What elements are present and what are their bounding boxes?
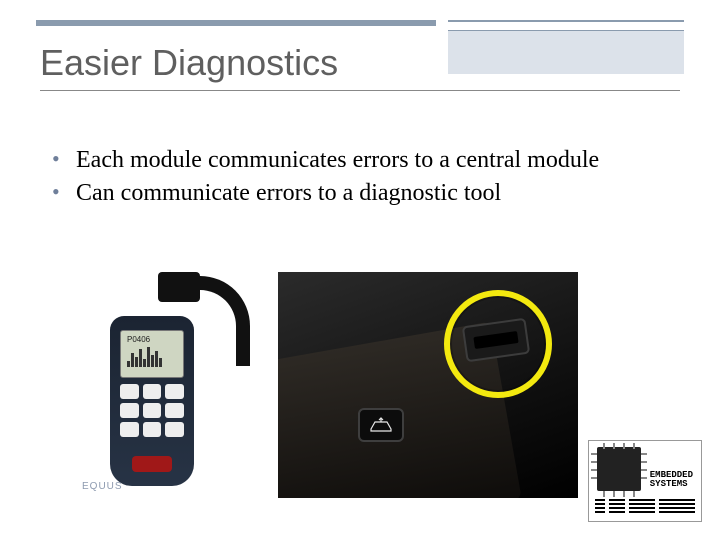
- embedded-systems-badge: EMBEDDED SYSTEMS: [588, 440, 702, 522]
- chip-icon: [597, 447, 641, 491]
- scanner-watermark: EQUUS: [82, 481, 123, 492]
- header-accent-rule: [448, 20, 684, 26]
- scanner-graph: [127, 347, 179, 371]
- bullet-text: Each module communicates errors to a cen…: [76, 147, 599, 173]
- bullet-item: Can communicate errors to a diagnostic t…: [52, 179, 652, 208]
- car-hood-icon: [369, 417, 393, 433]
- highlight-circle-icon: [444, 290, 552, 398]
- scanner-power-button: [132, 456, 172, 472]
- bullet-list: Each module communicates errors to a cen…: [52, 146, 652, 212]
- code-lines-icon: [595, 499, 695, 517]
- scanner-keypad: [120, 384, 184, 456]
- scanner-body: P0406: [110, 316, 194, 486]
- header-side-panel: [448, 30, 684, 74]
- scanner-code: P0406: [127, 335, 150, 344]
- bullet-item: Each module communicates errors to a cen…: [52, 146, 652, 175]
- scanner-cable: [190, 276, 250, 366]
- image-row: P0406 EQUUS: [80, 272, 578, 498]
- header-accent-bar: [36, 20, 436, 26]
- scanner-screen: P0406: [120, 330, 184, 378]
- obd-port-photo: [278, 272, 578, 498]
- title-divider: [40, 90, 680, 91]
- obd-scanner-image: P0406 EQUUS: [80, 272, 258, 496]
- badge-label: EMBEDDED SYSTEMS: [650, 471, 693, 489]
- bullet-text: Can communicate errors to a diagnostic t…: [76, 180, 501, 206]
- hood-release-icon: [358, 408, 404, 442]
- badge-line2: SYSTEMS: [650, 479, 688, 489]
- slide-title: Easier Diagnostics: [40, 42, 338, 84]
